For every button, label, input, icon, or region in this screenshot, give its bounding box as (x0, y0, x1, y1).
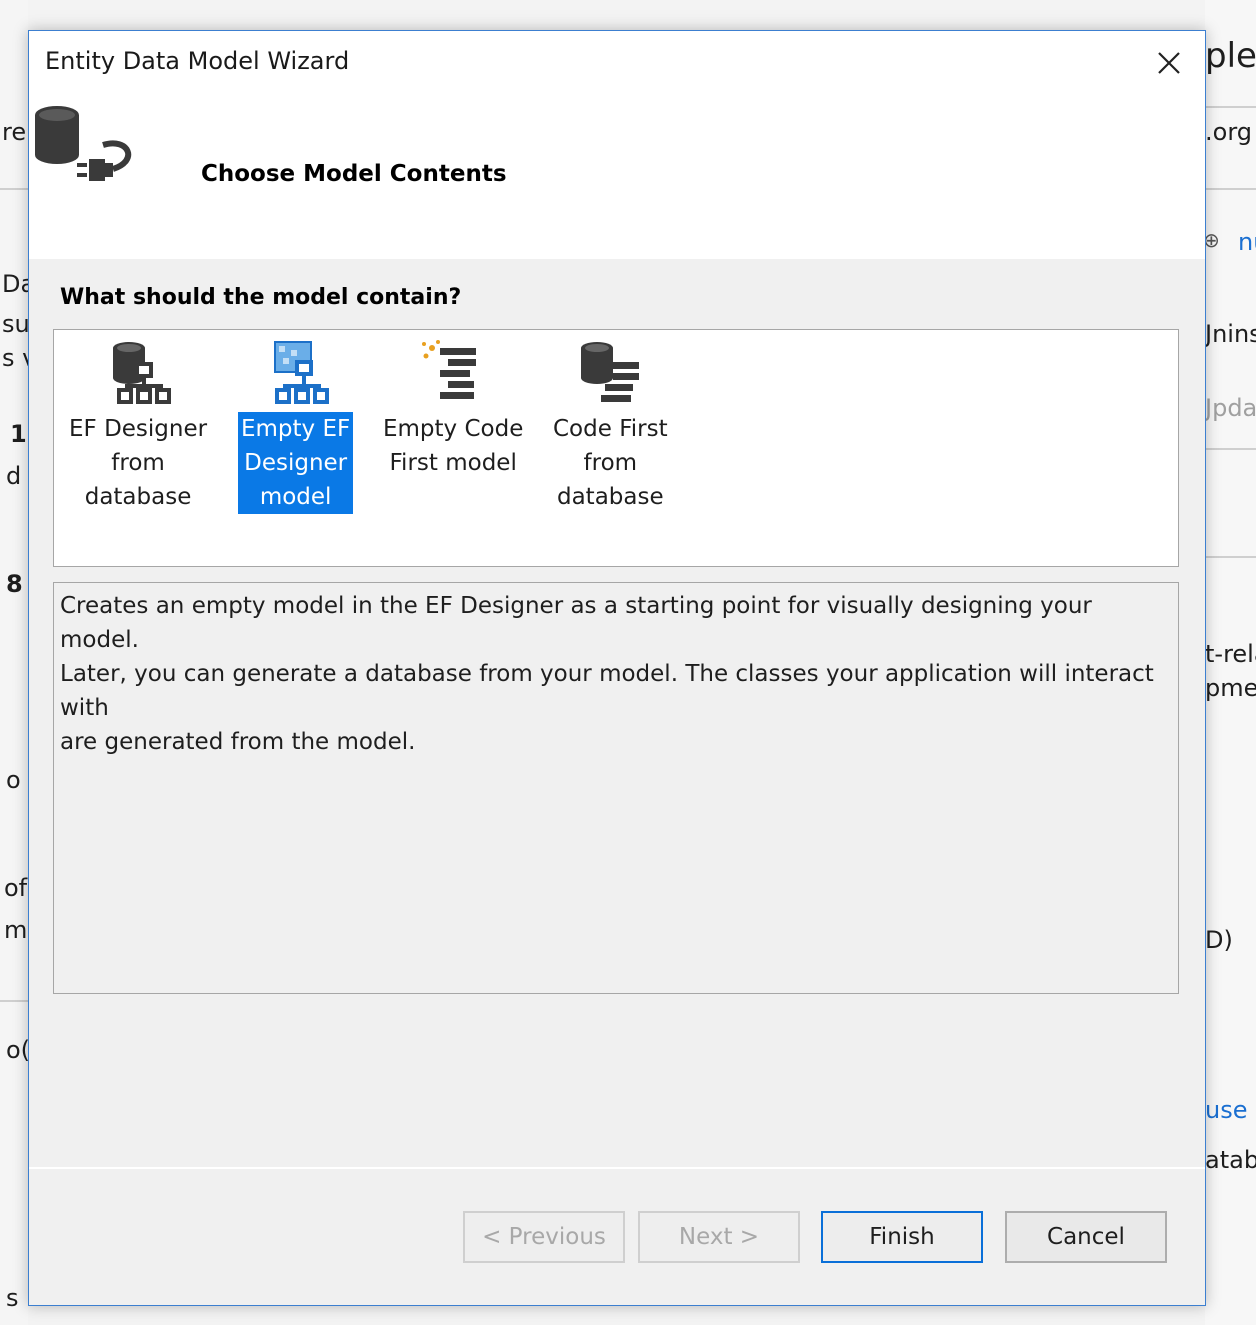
option-label-line: EF Designer (69, 416, 208, 442)
bg-text: pmer (1205, 674, 1256, 702)
option-label-line: Code First (553, 416, 668, 442)
database-hierarchy-icon (113, 342, 172, 404)
bg-link: use (1205, 1096, 1248, 1124)
bg-text: m (4, 916, 28, 944)
code-first-sparkle-icon (422, 340, 477, 399)
cancel-button[interactable]: Cancel (1005, 1211, 1167, 1263)
option-label: Code First from database (550, 412, 671, 514)
option-label-line: Designer (244, 450, 348, 476)
bg-text: ple (1205, 36, 1256, 76)
option-label: Empty Code First model (380, 412, 526, 480)
bg-text: atab (1205, 1146, 1256, 1174)
wizard-step-title: Choose Model Contents (201, 161, 507, 187)
description-line: are generated from the model. (60, 729, 416, 755)
previous-button[interactable]: < Previous (463, 1211, 625, 1263)
bg-text: re (2, 118, 27, 146)
bg-link: nu (1238, 228, 1256, 256)
option-empty-ef-designer-model[interactable]: Empty EF Designer model (238, 338, 354, 514)
bg-text: d (6, 462, 22, 490)
bg-divider (1205, 188, 1256, 190)
option-code-first-from-database[interactable]: Code First from database (550, 338, 671, 514)
empty-designer-hierarchy-icon (273, 341, 329, 404)
option-label: Empty EF Designer model (238, 412, 354, 514)
option-empty-code-first-model[interactable]: Empty Code First model (380, 338, 526, 480)
bg-text: Jnins (1205, 320, 1256, 348)
model-contents-list: EF Designer from database Empty EF Desig… (53, 329, 1179, 567)
bg-text: of (4, 874, 28, 902)
wizard-header: Entity Data Model Wizard Choose Model Co… (29, 31, 1205, 259)
option-label-line: model (259, 484, 332, 510)
bg-text: o( (6, 1036, 31, 1064)
dialog-title: Entity Data Model Wizard (45, 47, 350, 75)
database-code-icon (581, 342, 640, 402)
bg-divider (0, 1000, 28, 1002)
database-plug-icon (35, 106, 132, 181)
finish-button[interactable]: Finish (821, 1211, 983, 1263)
option-label-line: database (556, 484, 664, 510)
bg-divider (1205, 448, 1256, 450)
option-description: Creates an empty model in the EF Designe… (53, 582, 1179, 994)
bg-text: Jpda (1205, 394, 1256, 422)
bg-divider (1205, 106, 1256, 108)
bg-text: 8 (6, 570, 23, 598)
option-label-line: from (111, 450, 165, 476)
footer-separator (29, 1167, 1205, 1169)
bg-text: s (6, 1284, 19, 1312)
option-label: EF Designer from database (66, 412, 210, 514)
bg-text: D) (1205, 926, 1233, 954)
option-label-line: from (583, 450, 638, 476)
bg-text: 1 (10, 420, 27, 448)
bg-text: t-rela (1205, 640, 1256, 668)
next-button[interactable]: Next > (638, 1211, 800, 1263)
entity-data-model-wizard-dialog: Entity Data Model Wizard Choose Model Co… (28, 30, 1206, 1306)
close-button[interactable] (1147, 43, 1191, 83)
bg-text: su (2, 310, 30, 338)
close-icon (1158, 52, 1180, 74)
background-left-strip (0, 0, 28, 1325)
bg-divider (0, 188, 28, 190)
description-line: Later, you can generate a database from … (60, 661, 1154, 721)
option-ef-designer-from-database[interactable]: EF Designer from database (66, 338, 210, 514)
option-label-line: Empty EF (241, 416, 351, 442)
description-line: Creates an empty model in the EF Designe… (60, 593, 1092, 653)
bg-text: .org (1205, 118, 1252, 146)
option-label-line: First model (389, 450, 517, 476)
option-label-line: Empty Code (383, 416, 524, 442)
bg-text: o (6, 766, 21, 794)
option-label-line: database (84, 484, 192, 510)
model-content-question: What should the model contain? (60, 285, 462, 310)
bg-divider (1205, 556, 1256, 558)
